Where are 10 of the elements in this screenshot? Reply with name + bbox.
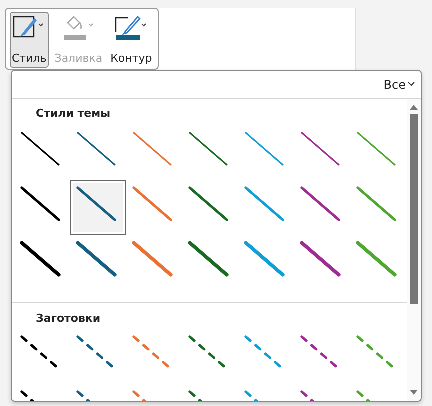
toolbar-button[interactable]: Стиль (10, 12, 49, 68)
line-style-swatch[interactable] (70, 180, 126, 235)
filter-dropdown[interactable]: Все (384, 78, 415, 92)
chevron-down-icon (408, 82, 415, 87)
scroll-up-icon[interactable] (409, 103, 419, 111)
scrollbar[interactable] (407, 99, 421, 401)
toolbar-button[interactable]: Контур (108, 12, 154, 68)
section-title: Стили темы (35, 106, 112, 122)
section-title: Заготовки (35, 311, 102, 327)
scroll-down-icon[interactable] (409, 389, 419, 397)
